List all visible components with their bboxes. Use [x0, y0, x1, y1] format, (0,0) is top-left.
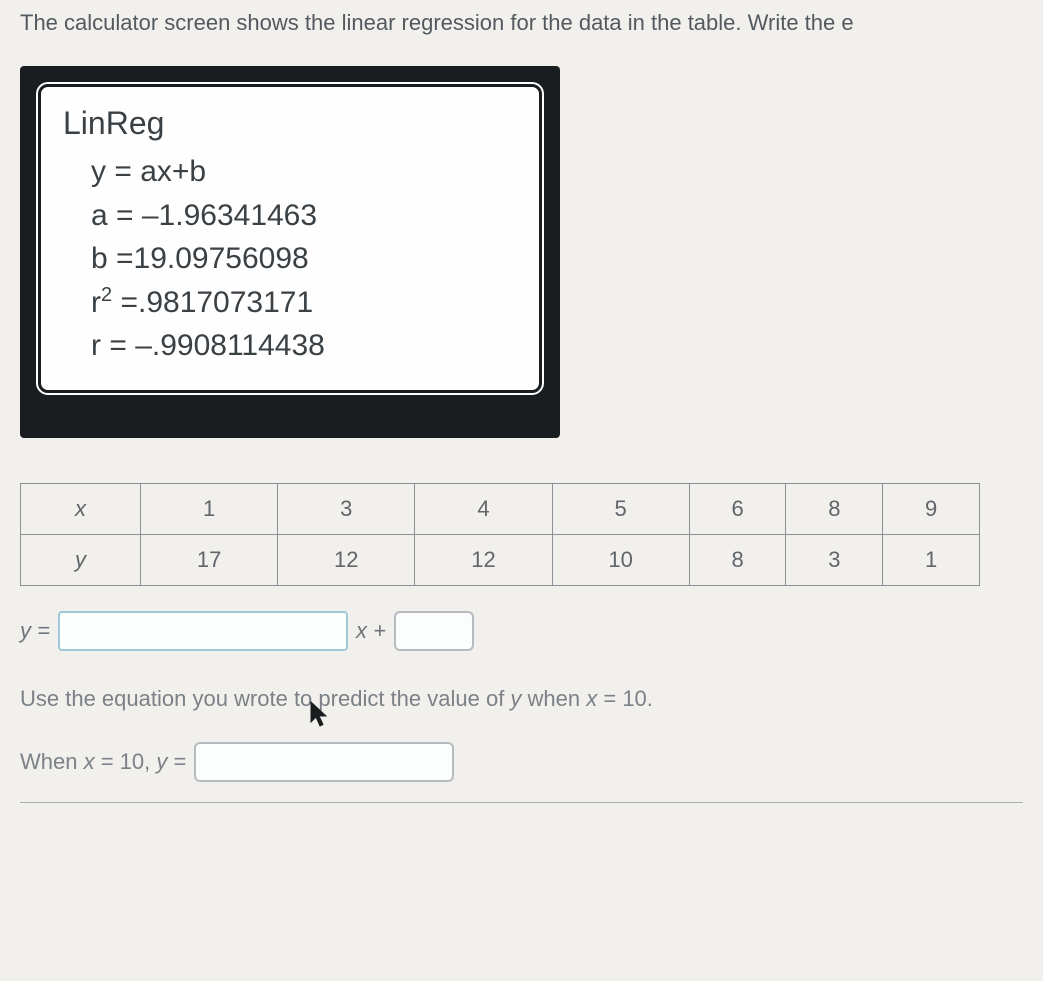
r-label: r = [91, 329, 135, 362]
b-label: b = [91, 242, 134, 275]
table-cell: 9 [883, 483, 980, 534]
r-line: r = –.9908114438 [63, 324, 517, 368]
table-cell: 8 [786, 483, 883, 534]
predict-mid: when [521, 686, 586, 711]
calculator-frame: LinReg y = ax+b a = –1.96341463 b =19.09… [20, 66, 560, 438]
r-value: –.9908114438 [135, 329, 325, 362]
when-pre: When [20, 749, 84, 774]
table-cell: 3 [786, 534, 883, 585]
when-y: y [156, 749, 167, 774]
a-label: a = [91, 199, 142, 232]
when-eq: = [167, 749, 186, 774]
when-row: When x = 10, y = [20, 742, 1023, 782]
model-line: y = ax+b [63, 150, 517, 194]
table-row: x 1 3 4 5 6 8 9 [21, 483, 980, 534]
y-header: y [21, 534, 141, 585]
table-cell: 12 [278, 534, 415, 585]
table-cell: 6 [689, 483, 786, 534]
table-cell: 1 [883, 534, 980, 585]
r2-label-post: = [112, 286, 138, 319]
table-cell: 8 [689, 534, 786, 585]
b-value: 19.09756098 [134, 242, 309, 275]
r2-line: r2 =.9817073171 [63, 281, 517, 325]
table-cell: 4 [415, 483, 552, 534]
instruction-text: The calculator screen shows the linear r… [20, 10, 1023, 36]
b-line: b =19.09756098 [63, 237, 517, 281]
slope-input[interactable] [58, 611, 348, 651]
table-cell: 17 [141, 534, 278, 585]
a-value: –1.96341463 [142, 199, 317, 232]
data-table: x 1 3 4 5 6 8 9 y 17 12 12 10 8 3 1 [20, 483, 980, 586]
r2-value: .9817073171 [138, 286, 313, 319]
y-equals-label: y = [20, 618, 50, 644]
linreg-title: LinReg [63, 105, 517, 142]
predict-pre: Use the equation you wrote to predict th… [20, 686, 510, 711]
predict-x: x [586, 686, 597, 711]
when-text: When x = 10, y = [20, 749, 186, 775]
calculator-screen: LinReg y = ax+b a = –1.96341463 b =19.09… [38, 84, 542, 393]
x-header: x [21, 483, 141, 534]
equation-row: y = x + [20, 611, 1023, 651]
predict-instruction: Use the equation you wrote to predict th… [20, 686, 1023, 712]
predict-post: = 10. [597, 686, 653, 711]
divider [20, 802, 1023, 803]
table-row: y 17 12 12 10 8 3 1 [21, 534, 980, 585]
when-x: x [84, 749, 95, 774]
when-eq10: = 10, [95, 749, 157, 774]
a-line: a = –1.96341463 [63, 194, 517, 238]
table-cell: 12 [415, 534, 552, 585]
table-cell: 3 [278, 483, 415, 534]
x-plus-label: x + [356, 618, 386, 644]
table-cell: 10 [552, 534, 689, 585]
table-cell: 1 [141, 483, 278, 534]
prediction-input[interactable] [194, 742, 454, 782]
r2-label-pre: r [91, 286, 101, 319]
table-cell: 5 [552, 483, 689, 534]
intercept-input[interactable] [394, 611, 474, 651]
predict-y: y [510, 686, 521, 711]
